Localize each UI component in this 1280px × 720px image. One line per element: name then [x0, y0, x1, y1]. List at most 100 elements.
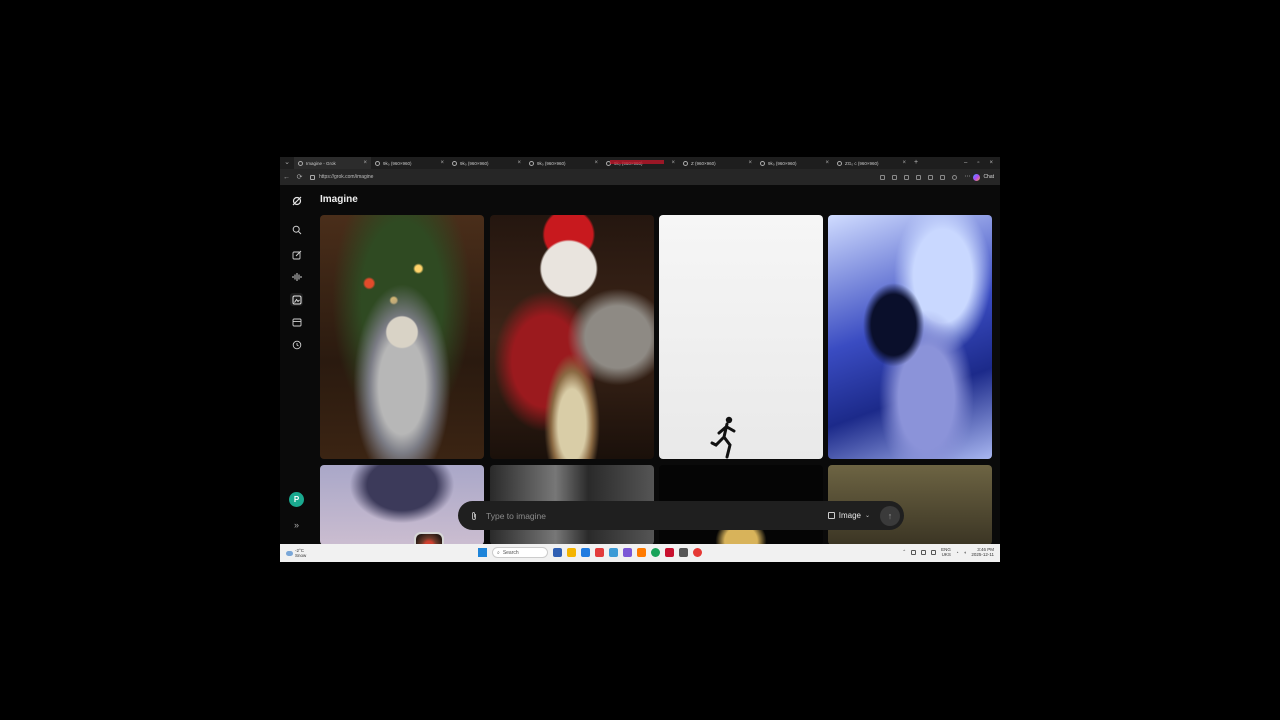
- taskbar-search[interactable]: ⌕ Search: [492, 547, 548, 558]
- app-icon[interactable]: [637, 548, 646, 557]
- language-indicator[interactable]: ENG UKS: [941, 547, 951, 557]
- tab-close-icon[interactable]: ×: [825, 157, 829, 169]
- favicon-icon: [683, 160, 688, 166]
- back-icon[interactable]: ←: [280, 174, 293, 181]
- edit-icon[interactable]: [290, 248, 303, 261]
- edge-icon[interactable]: [581, 548, 590, 557]
- grok-imagine-app: P » Imagine Image ⌄ ↑: [280, 185, 1000, 562]
- tab-close-icon[interactable]: ×: [594, 157, 598, 169]
- chevron-up-icon[interactable]: ⌃: [902, 549, 906, 555]
- favorite-icon[interactable]: [916, 174, 922, 180]
- taskbar-apps: ⌕ Search: [478, 547, 702, 558]
- favicon-icon: [760, 160, 765, 166]
- screen: ⌄ Imagine - Grok × 9k₀ (960×960) × 9k₀ (…: [280, 157, 1000, 562]
- tab-actions-icon[interactable]: ⌄: [280, 157, 294, 169]
- window-controls: – ▫ ×: [964, 160, 1000, 166]
- tab-item[interactable]: ZG₀ c (960×960) ×: [833, 157, 910, 169]
- url-field[interactable]: https://grok.com/imagine: [310, 172, 870, 182]
- tab-title: 9k₀ (960×960): [383, 160, 412, 166]
- attach-icon[interactable]: [470, 511, 478, 521]
- tab-title: ZG₀ c (960×960): [845, 160, 879, 166]
- browser-toolbar: ⋯: [880, 174, 973, 180]
- page-title: Imagine: [320, 194, 358, 205]
- imagine-icon[interactable]: [290, 293, 303, 306]
- gallery-item-santa-cat[interactable]: [490, 215, 654, 459]
- windows-start-icon[interactable]: [478, 548, 487, 557]
- chrome-icon[interactable]: [651, 548, 660, 557]
- minimize-icon[interactable]: –: [964, 160, 967, 166]
- gallery-item-running-silhouette[interactable]: [659, 215, 823, 459]
- favicon-icon: [452, 160, 457, 166]
- tray-icon[interactable]: [911, 549, 917, 555]
- tab-title: 9k₀ (960×960): [768, 160, 797, 166]
- gallery-item-blue-chrome[interactable]: [828, 215, 992, 459]
- mode-selector[interactable]: Image ⌄: [827, 511, 870, 520]
- redaction-bar: [610, 160, 664, 164]
- volume-icon[interactable]: ◖: [964, 550, 967, 555]
- profile-icon[interactable]: [952, 174, 958, 180]
- refresh-icon[interactable]: ⟳: [293, 173, 306, 181]
- app-icon[interactable]: [623, 548, 632, 557]
- weather-icon: [286, 550, 293, 556]
- grok-logo-icon[interactable]: [290, 194, 303, 207]
- favorites-icon[interactable]: [940, 174, 946, 180]
- tab-item[interactable]: 9k₀ (960×960) ×: [602, 157, 679, 169]
- favicon-icon: [529, 160, 534, 166]
- tab-item[interactable]: 9k₀ (960×960) ×: [448, 157, 525, 169]
- clock-date: 2025-12-11: [971, 552, 994, 557]
- tab-title: Imagine - Grok: [306, 160, 336, 166]
- send-button[interactable]: ↑: [880, 505, 900, 526]
- browser-tab-bar: ⌄ Imagine - Grok × 9k₀ (960×960) × 9k₀ (…: [280, 157, 1000, 169]
- tab-close-icon[interactable]: ×: [363, 157, 367, 169]
- tab-item[interactable]: 9k₀ (960×960) ×: [756, 157, 833, 169]
- tab-close-icon[interactable]: ×: [671, 157, 675, 169]
- read-aloud-icon[interactable]: [904, 174, 910, 180]
- app-icon[interactable]: [665, 548, 674, 557]
- close-window-icon[interactable]: ×: [989, 160, 993, 166]
- zoom-icon[interactable]: [892, 174, 898, 180]
- url-text: https://grok.com/imagine: [319, 174, 374, 180]
- more-icon[interactable]: ⋯: [964, 174, 970, 180]
- tray-icon[interactable]: [921, 549, 927, 555]
- tab-item[interactable]: 9k₀ (960×960) ×: [525, 157, 602, 169]
- split-screen-icon[interactable]: [928, 174, 934, 180]
- maximize-icon[interactable]: ▫: [977, 160, 979, 166]
- tab-close-icon[interactable]: ×: [902, 157, 906, 169]
- app-icon[interactable]: [880, 174, 886, 180]
- tray-icon[interactable]: [931, 549, 937, 555]
- region-code: UKS: [941, 552, 951, 557]
- projects-icon[interactable]: [290, 315, 303, 328]
- address-bar: ← ⟳ https://grok.com/imagine ⋯ Chat: [280, 169, 1000, 185]
- app-icon[interactable]: [595, 548, 604, 557]
- copilot-button[interactable]: Chat: [973, 173, 1000, 181]
- file-explorer-icon[interactable]: [567, 548, 576, 557]
- clock[interactable]: 3:46 PM 2025-12-11: [971, 547, 994, 557]
- wifi-icon[interactable]: ◔: [956, 550, 959, 555]
- tab-item[interactable]: Z (960×960) ×: [679, 157, 756, 169]
- new-tab-icon[interactable]: +: [910, 157, 922, 169]
- mode-label: Image: [838, 511, 861, 520]
- tab-close-icon[interactable]: ×: [517, 157, 521, 169]
- history-icon[interactable]: [290, 338, 303, 351]
- tab-imagine[interactable]: Imagine - Grok ×: [294, 157, 371, 169]
- tab-close-icon[interactable]: ×: [440, 157, 444, 169]
- tab-title: 9k₀ (960×960): [537, 160, 566, 166]
- expand-sidebar-icon[interactable]: »: [290, 518, 303, 531]
- prompt-input[interactable]: [484, 509, 808, 522]
- lock-icon: [310, 174, 315, 180]
- prompt-bar: Image ⌄ ↑: [458, 501, 904, 530]
- app-icon[interactable]: [679, 548, 688, 557]
- voice-icon[interactable]: [290, 270, 303, 283]
- opera-icon[interactable]: [693, 548, 702, 557]
- tab-item[interactable]: 9k₀ (960×960) ×: [371, 157, 448, 169]
- search-icon[interactable]: [290, 223, 303, 236]
- task-view-icon[interactable]: [553, 548, 562, 557]
- avatar[interactable]: P: [289, 492, 304, 507]
- favicon-icon: [375, 160, 380, 166]
- app-icon[interactable]: [609, 548, 618, 557]
- tab-close-icon[interactable]: ×: [748, 157, 752, 169]
- gallery-item[interactable]: [320, 465, 484, 545]
- weather-widget[interactable]: -2°C Snow: [286, 548, 306, 558]
- gallery-item-cat-christmas-tree[interactable]: [320, 215, 484, 459]
- windows-taskbar: -2°C Snow ⌕ Search ⌃ ENG UKS ◔ ◖ 3:46 PM…: [280, 544, 1000, 562]
